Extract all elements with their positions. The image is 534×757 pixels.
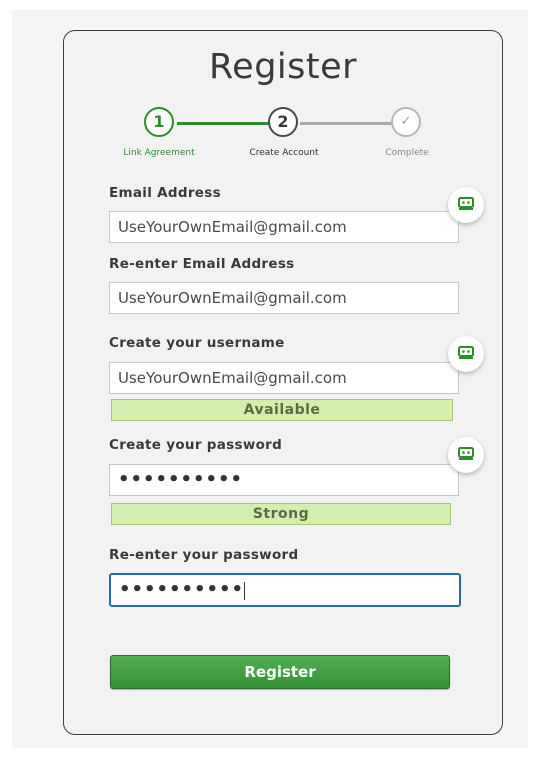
password-confirm-label: Re-enter your password bbox=[109, 547, 299, 563]
password-masked-value: •••••••••• bbox=[118, 469, 244, 490]
email-confirm-label: Re-enter Email Address bbox=[109, 256, 295, 272]
page-title: Register bbox=[208, 47, 358, 87]
password-autofill-badge[interactable] bbox=[448, 437, 484, 473]
register-button[interactable]: Register bbox=[110, 655, 450, 689]
password-strength-status: Strong bbox=[111, 503, 451, 525]
password-manager-icon bbox=[458, 447, 474, 460]
username-autofill-badge[interactable] bbox=[448, 336, 484, 372]
step-3-label: Complete bbox=[385, 148, 429, 158]
text-cursor bbox=[244, 581, 246, 600]
step-1-circle: 1 bbox=[144, 107, 174, 137]
step-2-circle: 2 bbox=[268, 107, 298, 137]
password-manager-icon bbox=[458, 346, 474, 359]
step-2-label: Create Account bbox=[249, 148, 319, 158]
email-label: Email Address bbox=[109, 185, 221, 201]
step-connector-pending bbox=[300, 122, 392, 125]
password-field[interactable]: •••••••••• bbox=[109, 464, 459, 496]
password-confirm-field[interactable]: •••••••••• bbox=[109, 573, 461, 607]
email-autofill-badge[interactable] bbox=[448, 187, 484, 223]
username-field[interactable] bbox=[109, 362, 459, 394]
password-confirm-masked-value: •••••••••• bbox=[119, 579, 245, 600]
password-manager-icon bbox=[458, 197, 474, 210]
password-label: Create your password bbox=[109, 437, 283, 453]
step-connector-complete bbox=[177, 122, 269, 125]
step-1-label: Link Agreement bbox=[123, 148, 195, 158]
email-confirm-field[interactable] bbox=[109, 282, 459, 314]
email-field[interactable] bbox=[109, 211, 459, 243]
username-availability-status: Available bbox=[111, 399, 453, 421]
step-3-check-icon: ✓ bbox=[391, 107, 421, 137]
username-label: Create your username bbox=[109, 335, 285, 351]
register-card: Register 1 2 ✓ Link Agreement Create Acc… bbox=[63, 30, 503, 735]
